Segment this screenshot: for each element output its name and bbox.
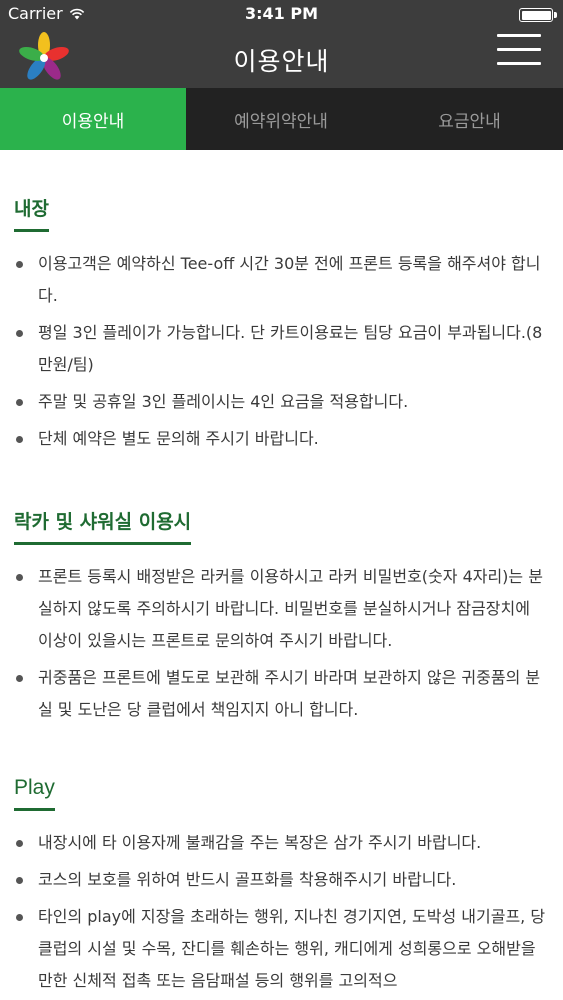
section-title: Play <box>14 776 55 811</box>
nav-bar: 이용안내 <box>0 28 563 88</box>
section-title: 락카 및 샤워실 이용시 <box>14 507 192 545</box>
section-play: Play 내장시에 타 이용자께 불쾌감을 주는 복장은 삼가 주시기 바랍니다… <box>14 776 549 997</box>
list-item: 코스의 보호를 위하여 반드시 골프화를 착용해주시기 바랍니다. <box>14 864 549 896</box>
list-item: 평일 3인 플레이가 가능합니다. 단 카트이용료는 팀당 요금이 부과됩니다.… <box>14 317 549 381</box>
list-item: 단체 예약은 별도 문의해 주시기 바랍니다. <box>14 423 549 455</box>
tab-reservation-penalty[interactable]: 예약위약안내 <box>186 88 376 150</box>
tab-bar: 이용안내 예약위약안내 요금안내 <box>0 88 563 150</box>
list-item: 귀중품은 프론트에 별도로 보관해 주시기 바라며 보관하지 않은 귀중품의 분… <box>14 662 549 726</box>
tab-usage-guide[interactable]: 이용안내 <box>0 88 186 150</box>
battery-icon <box>519 8 557 22</box>
section-entry: 내장 이용고객은 예약하신 Tee-off 시간 30분 전에 프론트 등록을 … <box>14 194 549 455</box>
status-time: 3:41 PM <box>244 4 318 23</box>
page-title: 이용안내 <box>233 47 330 76</box>
status-bar: Carrier 3:41 PM <box>0 0 563 28</box>
list-item: 프론트 등록시 배정받은 라커를 이용하시고 라커 비밀번호(숫자 4자리)는 … <box>14 561 549 657</box>
section-locker: 락카 및 샤워실 이용시 프론트 등록시 배정받은 라커를 이용하시고 라커 비… <box>14 507 549 726</box>
list-item: 내장시에 타 이용자께 불쾌감을 주는 복장은 삼가 주시기 바랍니다. <box>14 827 549 859</box>
bullet-list: 이용고객은 예약하신 Tee-off 시간 30분 전에 프론트 등록을 해주셔… <box>14 248 549 455</box>
list-item: 타인의 play에 지장을 초래하는 행위, 지나친 경기지연, 도박성 내기골… <box>14 901 549 997</box>
bullet-list: 프론트 등록시 배정받은 라커를 이용하시고 라커 비밀번호(숫자 4자리)는 … <box>14 561 549 726</box>
tab-fee-guide[interactable]: 요금안내 <box>376 88 563 150</box>
hamburger-menu-icon[interactable] <box>497 34 541 66</box>
list-item: 이용고객은 예약하신 Tee-off 시간 30분 전에 프론트 등록을 해주셔… <box>14 248 549 312</box>
bullet-list: 내장시에 타 이용자께 불쾌감을 주는 복장은 삼가 주시기 바랍니다. 코스의… <box>14 827 549 997</box>
section-title: 내장 <box>14 194 49 232</box>
list-item: 주말 및 공휴일 3인 플레이시는 4인 요금을 적용합니다. <box>14 386 549 418</box>
main-content: 내장 이용고객은 예약하신 Tee-off 시간 30분 전에 프론트 등록을 … <box>0 150 563 1000</box>
